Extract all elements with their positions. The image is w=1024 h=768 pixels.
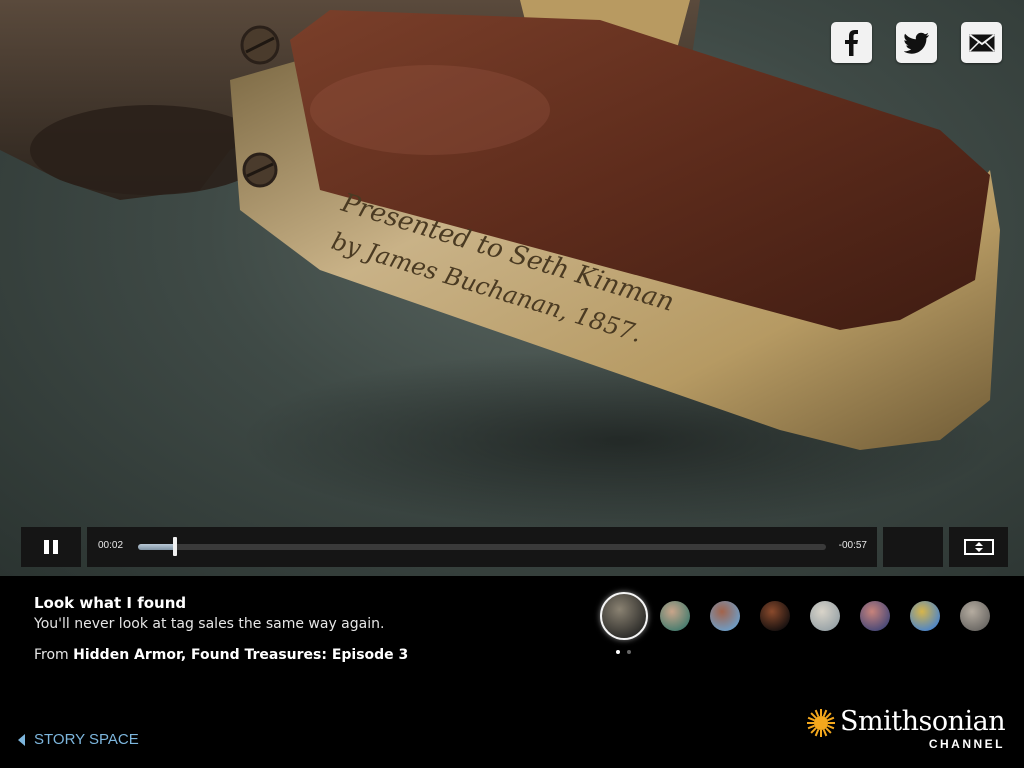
facebook-share-button[interactable] — [831, 22, 872, 63]
story-thumbnail-dark-figures[interactable] — [760, 601, 790, 631]
back-label: STORY SPACE — [34, 731, 139, 748]
pause-button[interactable] — [21, 527, 81, 567]
video-frame-revolver: Presented to Seth Kinman by James Buchan… — [0, 0, 1000, 530]
chevron-left-icon — [18, 733, 25, 746]
pagination-dot[interactable] — [627, 650, 631, 654]
current-time: 00:02 — [98, 540, 124, 551]
email-share-button[interactable] — [961, 22, 1002, 63]
story-title: Look what I found — [34, 594, 187, 612]
email-icon — [968, 33, 995, 52]
story-thumbnail-building-sky[interactable] — [710, 601, 740, 631]
video-timeline[interactable]: 00:02 -00:57 — [87, 527, 877, 567]
source-prefix: From — [34, 647, 69, 663]
sun-icon — [807, 709, 835, 737]
logo-subtitle: CHANNEL — [928, 737, 1005, 751]
back-to-story-space-link[interactable]: STORY SPACE — [18, 731, 139, 748]
story-thumbnail-stone-ruins[interactable] — [960, 601, 990, 631]
logo-wordmark: Smithsonian — [840, 706, 1006, 737]
story-thumbnail-revolver[interactable] — [600, 592, 648, 640]
story-subtitle: You'll never look at tag sales the same … — [34, 616, 385, 632]
story-thumbnail-yellow-field[interactable] — [910, 601, 940, 631]
remaining-time: -00:57 — [838, 540, 867, 551]
progress-fill — [138, 544, 176, 550]
video-player[interactable]: Presented to Seth Kinman by James Buchan… — [0, 0, 1024, 576]
pause-icon — [44, 540, 49, 554]
story-thumbnail-white-monument[interactable] — [810, 601, 840, 631]
story-thumbnail-man-portrait[interactable] — [660, 601, 690, 631]
smithsonian-channel-logo: Smithsonian CHANNEL — [806, 706, 1011, 756]
story-source: From Hidden Armor, Found Treasures: Epis… — [34, 647, 408, 663]
twitter-share-button[interactable] — [896, 22, 937, 63]
fullscreen-button[interactable] — [949, 527, 1008, 567]
empty-control-slot — [883, 527, 943, 567]
fullscreen-icon — [963, 539, 994, 555]
scrubber-handle[interactable] — [173, 537, 178, 556]
story-thumbnail-sunset-sky[interactable] — [860, 601, 890, 631]
source-show-link[interactable]: Hidden Armor, Found Treasures: Episode 3 — [73, 647, 408, 663]
facebook-icon — [844, 29, 858, 56]
twitter-icon — [903, 32, 929, 54]
pagination-dot[interactable] — [616, 650, 620, 654]
progress-track[interactable] — [138, 544, 826, 550]
